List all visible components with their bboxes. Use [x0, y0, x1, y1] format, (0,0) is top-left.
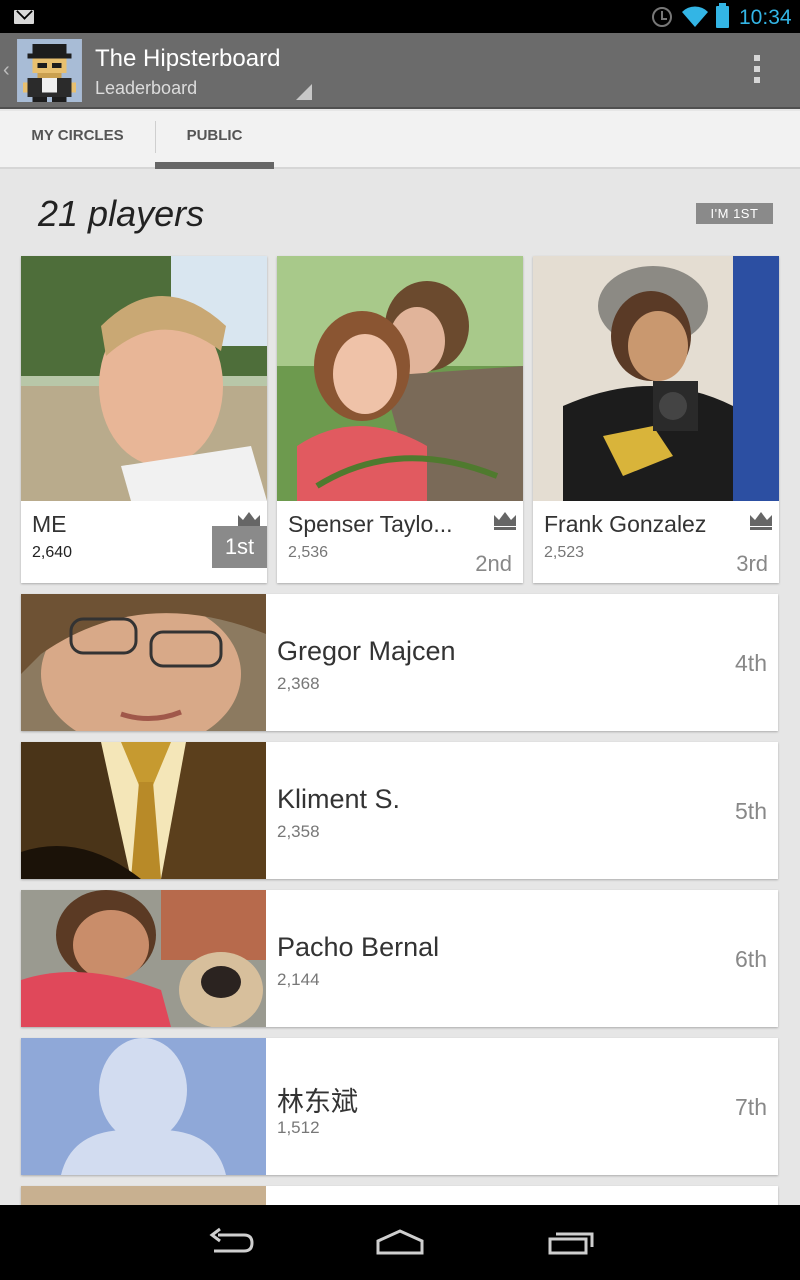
player-avatar [21, 890, 266, 1027]
player-score: 2,523 [544, 544, 585, 561]
player-rank: 6th [735, 946, 767, 972]
app-logo[interactable] [17, 39, 82, 102]
player-count: 21 players [38, 193, 205, 234]
crown-icon [750, 512, 772, 530]
player-avatar [21, 594, 266, 731]
tab-my-circles[interactable]: MY CIRCLES [0, 111, 155, 169]
player-name: Spenser Taylo... [288, 511, 453, 537]
player-avatar [277, 256, 523, 501]
player-score: 2,144 [277, 970, 320, 989]
overflow-menu-icon[interactable] [750, 55, 764, 87]
top-player-card[interactable]: Spenser Taylo... 2,536 2nd [277, 256, 523, 583]
player-rank: 2nd [475, 551, 512, 576]
list-item[interactable] [21, 1186, 778, 1205]
screen-subtitle[interactable]: Leaderboard [95, 78, 197, 99]
player-score: 2,640 [32, 544, 73, 561]
navigation-bar [0, 1205, 800, 1280]
player-name: Kliment S. [277, 784, 401, 814]
mail-icon [14, 10, 34, 24]
tab-public[interactable]: PUBLIC [155, 111, 274, 169]
home-icon[interactable] [375, 1227, 425, 1257]
player-rank: 1st [212, 526, 267, 568]
list-item[interactable]: Gregor Majcen 2,368 4th [21, 594, 778, 731]
player-avatar [21, 256, 267, 501]
battery-icon [716, 3, 729, 28]
clock: 10:34 [739, 6, 792, 29]
recent-apps-icon[interactable] [548, 1227, 596, 1257]
status-bar: 10:34 [0, 0, 800, 33]
player-rank: 5th [735, 798, 767, 824]
player-score: 2,536 [288, 544, 329, 561]
default-avatar-icon [21, 1038, 266, 1175]
player-name: Pacho Bernal [277, 932, 440, 962]
top-player-card[interactable]: Frank Gonzalez 2,523 3rd [533, 256, 779, 583]
alarm-icon [652, 7, 672, 27]
back-icon[interactable] [206, 1227, 254, 1257]
top-player-card[interactable]: ME 2,640 1st [21, 256, 267, 583]
player-score: 2,358 [277, 822, 320, 841]
list-item[interactable]: 林东斌 1,512 7th [21, 1038, 778, 1175]
player-avatar [21, 1186, 266, 1205]
player-rank: 4th [735, 650, 767, 676]
list-item[interactable]: Pacho Bernal 2,144 6th [21, 890, 778, 1027]
player-avatar [21, 742, 266, 879]
player-score: 2,368 [277, 674, 320, 693]
spinner-arrow-icon[interactable] [296, 84, 312, 100]
player-name: 林东斌 [277, 1087, 358, 1117]
crown-icon [494, 512, 516, 530]
player-rank: 7th [735, 1094, 767, 1120]
player-score: 1,512 [277, 1118, 320, 1137]
player-name: Gregor Majcen [277, 636, 456, 666]
player-avatar [533, 256, 779, 501]
player-name: Frank Gonzalez [544, 511, 707, 537]
action-bar: ‹ The Hipsterboard Leaderboard [0, 33, 800, 109]
up-caret-icon[interactable]: ‹ [3, 59, 10, 82]
my-rank-badge[interactable]: I'M 1ST [696, 203, 773, 224]
wifi-icon [682, 6, 708, 28]
leaderboard-list[interactable]: 21 players I'M 1ST ME 2,640 1st Spenser … [0, 171, 800, 1205]
app-title: The Hipsterboard [95, 45, 281, 72]
list-item[interactable]: Kliment S. 2,358 5th [21, 742, 778, 879]
tab-bar: MY CIRCLES PUBLIC [0, 111, 800, 169]
player-rank: 3rd [736, 551, 768, 576]
player-name: ME [32, 511, 67, 537]
